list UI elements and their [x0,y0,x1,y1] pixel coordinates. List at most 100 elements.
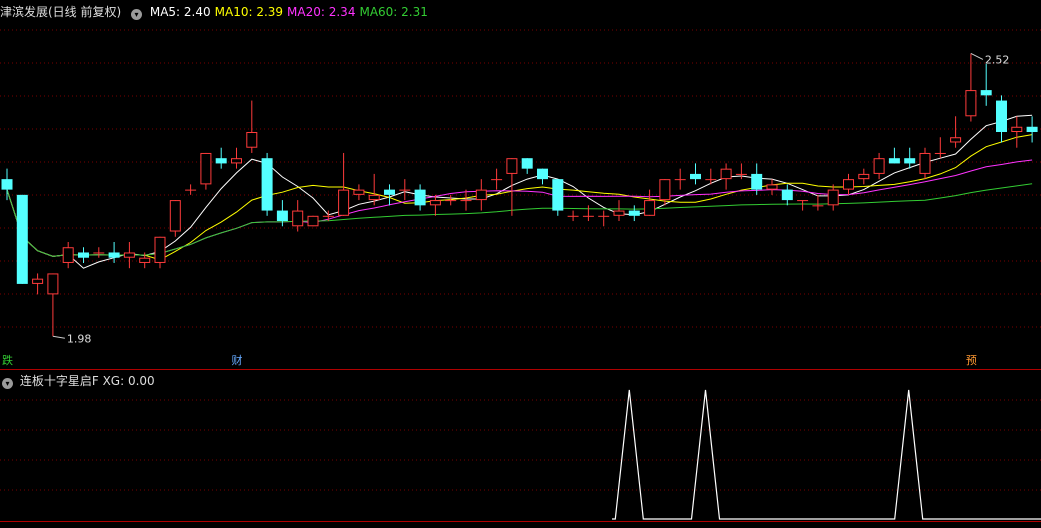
candle [414,184,426,211]
candle [200,152,212,190]
candle-body [47,273,59,295]
candle [781,184,793,206]
candle-body [475,189,487,201]
candle-body [904,158,916,164]
candle-body [93,252,105,254]
candle [888,147,900,164]
candle-body [980,90,992,96]
candle-body [598,215,610,217]
sub-chart-header: ▾ 连板十字星启F XG: 0.00 [0,372,155,390]
indicator-ma10: MA10: 2.39 [214,5,284,19]
candle-body [766,184,778,190]
candle-body [781,189,793,201]
candle [858,168,870,185]
candle [598,210,610,227]
indicator-ma20: MA20: 2.34 [287,5,356,19]
price-annotations: 2.52 1.98 [52,52,1009,345]
candle [1011,116,1023,148]
candle-body [797,200,809,202]
main-chart-header: 津滨发展(日线 前复权) ▾ MA5: 2.40 MA10: 2.39 MA20: … [0,3,436,21]
candle [169,200,181,237]
candle [827,184,839,211]
candle [322,210,334,222]
candle [185,184,197,195]
candle [384,184,395,206]
xg-spike-line [612,389,1041,520]
candle [582,205,594,222]
candle-body [858,173,870,180]
candle-body [16,194,28,284]
settings-circle-icon[interactable]: ▾ [131,9,143,20]
candle-body [1011,126,1023,132]
high-pointer [970,52,984,60]
sub-settings-circle-icon[interactable]: ▾ [2,378,13,389]
candle-body [950,137,962,143]
candle [552,179,564,216]
candle-body [506,158,518,174]
sub-chart-title: 连板十字星启F [19,374,99,388]
candle [996,95,1007,143]
candle-body [659,179,671,201]
candle-body [521,158,533,169]
candle-body [445,200,457,202]
xg-label: XG: [102,374,125,388]
candle-body [78,252,89,258]
candle-body [338,189,350,216]
candle [1026,116,1038,143]
candle-body [368,194,380,201]
candle [491,168,503,190]
indicator-ma60: MA60: 2.31 [359,5,428,19]
candle-body [399,189,411,191]
candle [644,189,656,216]
event-marker[interactable]: 跌 [1,354,14,367]
candle [720,163,732,190]
candle-body [32,278,44,284]
candle [950,116,962,148]
candle-body [888,158,900,164]
candle-body [353,189,365,195]
candle [690,163,701,185]
candle [215,147,227,169]
candle [93,247,105,258]
chart-title: 津滨发展(日线 前复权) [0,5,122,19]
candle-body [613,210,625,216]
panel-frame [0,369,1041,522]
candle-body [827,189,839,206]
candle [429,194,441,216]
candle-body [965,90,977,117]
candle-body [123,252,135,258]
candle [537,168,548,185]
candle [231,147,242,169]
candle-body [491,179,503,181]
candle [919,147,931,180]
candle [353,184,365,201]
candle-body [322,215,334,217]
candle [1,168,13,201]
event-marker[interactable]: 预 [965,354,978,367]
candle-body [843,179,854,190]
candle-body [307,215,319,227]
candle [628,205,640,222]
candle [812,194,824,211]
candle-body [720,168,732,180]
event-marker[interactable]: 财 [231,354,244,367]
candle-body [384,189,395,195]
candle-body [460,200,472,202]
candle-body [200,152,212,185]
candle [261,152,273,216]
candle-body [567,215,579,217]
candle-body [996,100,1007,132]
candle [873,152,885,180]
kline-chart: 2.52 1.98 [0,29,1041,522]
candle [246,100,258,153]
candle [904,147,916,169]
candle [980,63,992,106]
candle [521,158,533,174]
candle-body [705,179,717,181]
candle-body [185,189,197,191]
candle-body [429,200,441,206]
candle-body [644,200,656,216]
candle [307,215,319,227]
candle [965,53,977,122]
candle-body [139,257,151,263]
